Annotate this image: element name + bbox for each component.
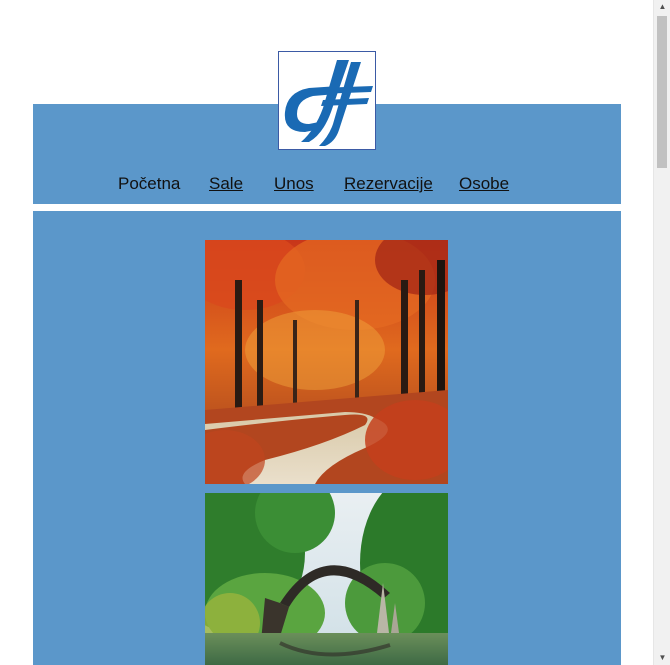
nav-item-unos[interactable]: Unos	[274, 174, 314, 194]
nav-item-osobe[interactable]: Osobe	[459, 174, 509, 194]
stone-arch-bridge-image	[205, 493, 448, 665]
main-nav: Početna Sale Unos Rezervacije Osobe	[0, 174, 653, 200]
page: Početna Sale Unos Rezervacije Osobe	[0, 0, 653, 665]
scrollbar-thumb[interactable]	[657, 16, 667, 168]
scroll-down-arrow-icon[interactable]: ▼	[654, 651, 670, 665]
dtf-logo-icon	[284, 60, 373, 146]
vertical-scrollbar[interactable]: ▲ ▼	[653, 0, 670, 665]
content-band	[33, 211, 621, 665]
scroll-up-arrow-icon[interactable]: ▲	[654, 0, 670, 14]
autumn-forest-path-image	[205, 240, 448, 484]
site-logo[interactable]	[278, 51, 376, 150]
nav-item-rezervacije[interactable]: Rezervacije	[344, 174, 433, 194]
nav-item-pocetna[interactable]: Početna	[118, 174, 180, 194]
nav-item-sale[interactable]: Sale	[209, 174, 243, 194]
